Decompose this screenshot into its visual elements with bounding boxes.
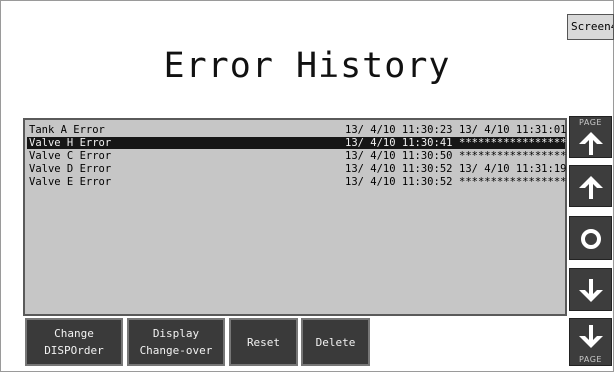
error-name: Valve H Error bbox=[29, 137, 112, 149]
error-name: Tank A Error bbox=[29, 124, 105, 136]
arrow-up-icon bbox=[578, 132, 603, 155]
arrow-up-icon bbox=[578, 176, 603, 199]
page-title: Error History bbox=[163, 46, 451, 86]
occurred-time: 13/ 4/10 11:30:41 bbox=[345, 137, 453, 149]
line-up-button[interactable] bbox=[569, 165, 612, 207]
arrow-down-icon bbox=[578, 325, 603, 348]
error-name: Valve D Error bbox=[29, 163, 112, 175]
error-name: Valve E Error bbox=[29, 176, 112, 188]
page-down-button[interactable]: PAGE bbox=[569, 318, 612, 366]
list-item[interactable]: Valve C Error 13/ 4/10 11:30:50 ********… bbox=[27, 150, 567, 162]
list-item[interactable]: Tank A Error 13/ 4/10 11:30:23 13/ 4/10 … bbox=[27, 124, 567, 136]
screen4-button[interactable]: Screen4 bbox=[567, 14, 614, 40]
list-item[interactable]: Valve E Error 13/ 4/10 11:30:52 ********… bbox=[27, 176, 567, 188]
circle-icon bbox=[580, 229, 601, 249]
occurred-time: 13/ 4/10 11:30:50 bbox=[345, 150, 453, 162]
list-item-selected[interactable]: Valve H Error 13/ 4/10 11:30:41 ********… bbox=[27, 137, 567, 149]
occurred-time: 13/ 4/10 11:30:52 bbox=[345, 176, 453, 188]
recovered-time: ***************** bbox=[459, 176, 567, 188]
button-label: Delete bbox=[315, 335, 356, 349]
display-changeover-button[interactable]: Display Change-over bbox=[127, 318, 225, 366]
error-name: Valve C Error bbox=[29, 150, 112, 162]
arrow-down-icon bbox=[578, 279, 603, 302]
function-button-bar: Change DISPOrder Display Change-over Res… bbox=[23, 318, 567, 366]
button-label-line2: Change-over bbox=[139, 344, 213, 357]
page-up-button[interactable]: PAGE bbox=[569, 116, 612, 158]
page-caption: PAGE bbox=[579, 355, 602, 364]
confirm-button[interactable] bbox=[569, 216, 612, 260]
button-label-line1: Change bbox=[54, 327, 94, 340]
delete-button[interactable]: Delete bbox=[301, 318, 370, 366]
line-down-button[interactable] bbox=[569, 268, 612, 311]
button-label: Reset bbox=[246, 335, 281, 349]
error-history-list[interactable]: Tank A Error 13/ 4/10 11:30:23 13/ 4/10 … bbox=[23, 118, 567, 316]
recovered-time: ***************** bbox=[459, 137, 567, 149]
occurred-time: 13/ 4/10 11:30:23 bbox=[345, 124, 453, 136]
recovered-time: 13/ 4/10 11:31:01 bbox=[459, 124, 567, 136]
reset-button[interactable]: Reset bbox=[229, 318, 298, 366]
change-order-button[interactable]: Change DISPOrder bbox=[25, 318, 123, 366]
page-caption: PAGE bbox=[579, 118, 602, 127]
button-label-line2: DISPOrder bbox=[44, 344, 104, 357]
list-item[interactable]: Valve D Error 13/ 4/10 11:30:52 13/ 4/10… bbox=[27, 163, 567, 175]
button-label-line1: Display bbox=[152, 327, 200, 340]
recovered-time: ***************** bbox=[459, 150, 567, 162]
recovered-time: 13/ 4/10 11:31:19 bbox=[459, 163, 567, 175]
occurred-time: 13/ 4/10 11:30:52 bbox=[345, 163, 453, 175]
